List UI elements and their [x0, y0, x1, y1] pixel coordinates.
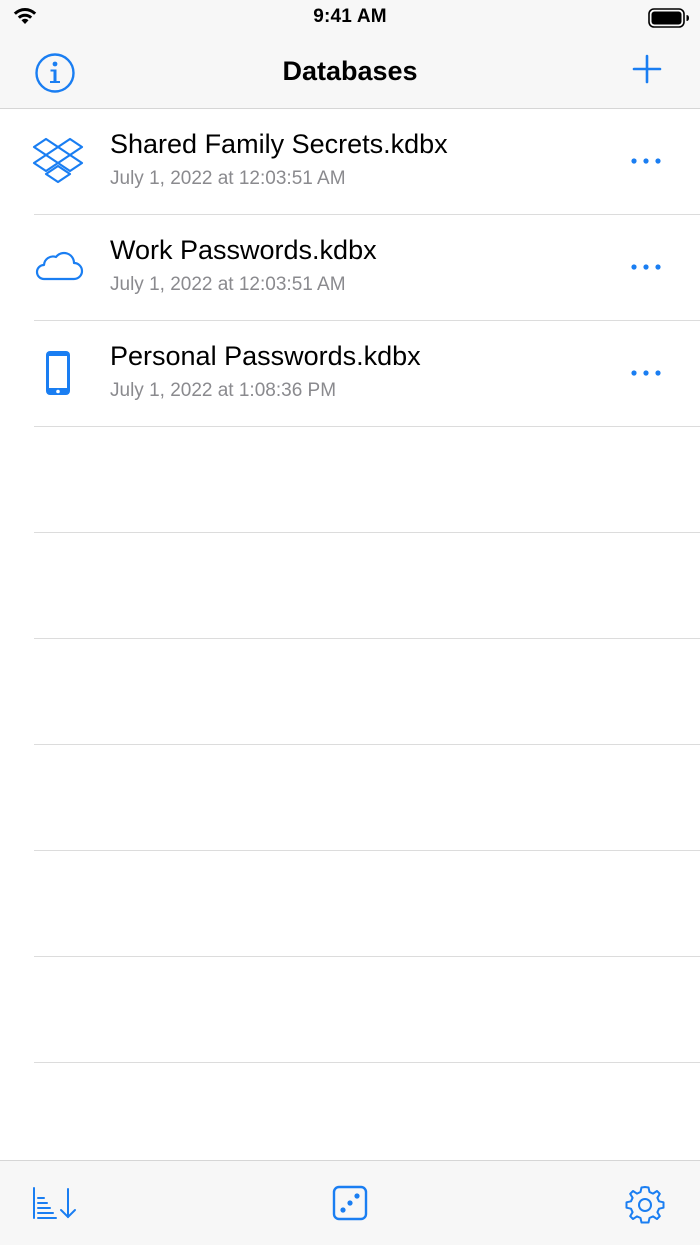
empty-list-row — [34, 745, 700, 851]
database-name: Work Passwords.kdbx — [110, 235, 377, 265]
page-title: Databases — [282, 56, 418, 86]
gear-icon[interactable] — [624, 1185, 666, 1225]
database-date: July 1, 2022 at 12:03:51 AM — [110, 168, 346, 189]
dice-icon[interactable] — [332, 1185, 368, 1221]
database-date: July 1, 2022 at 12:03:51 AM — [110, 274, 346, 295]
database-row[interactable]: Shared Family Secrets.kdbx July 1, 2022 … — [32, 109, 700, 215]
iphone-icon — [46, 351, 70, 395]
more-options-icon[interactable] — [628, 149, 664, 173]
empty-list-row — [34, 957, 700, 1063]
empty-list-row — [34, 427, 700, 533]
navigation-bar: Databases — [0, 36, 700, 109]
more-options-icon[interactable] — [628, 361, 664, 385]
dropbox-icon — [32, 137, 84, 184]
status-time: 9:41 AM — [313, 6, 387, 27]
database-list: Shared Family Secrets.kdbx July 1, 2022 … — [0, 109, 700, 1063]
database-row[interactable]: Work Passwords.kdbx July 1, 2022 at 12:0… — [34, 215, 700, 321]
sort-icon[interactable] — [32, 1185, 78, 1221]
database-date: July 1, 2022 at 1:08:36 PM — [110, 380, 337, 401]
empty-list-row — [34, 851, 700, 957]
plus-icon[interactable] — [632, 54, 662, 84]
bottom-toolbar — [0, 1160, 700, 1245]
more-options-icon[interactable] — [628, 255, 664, 279]
database-name: Personal Passwords.kdbx — [110, 341, 421, 371]
database-name: Shared Family Secrets.kdbx — [110, 129, 448, 159]
empty-list-row — [34, 533, 700, 639]
empty-list-row — [34, 639, 700, 745]
battery-icon — [648, 8, 689, 28]
status-bar: 9:41 AM — [0, 0, 700, 36]
cloud-icon — [35, 251, 84, 281]
database-row[interactable]: Personal Passwords.kdbx July 1, 2022 at … — [34, 321, 700, 427]
